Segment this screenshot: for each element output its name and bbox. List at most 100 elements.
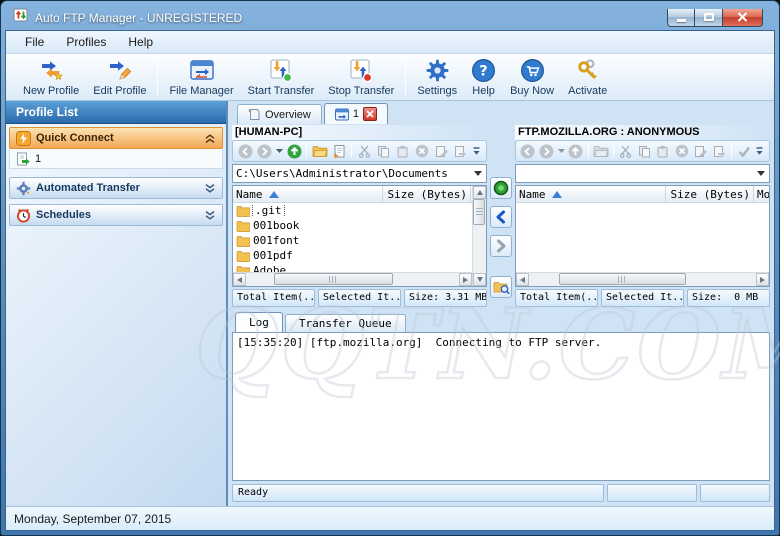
remote-path-dropdown[interactable] <box>753 165 769 182</box>
remote-open-folder-button[interactable] <box>593 143 609 160</box>
file-name: 001font <box>253 234 299 247</box>
tab-transfer-queue[interactable]: Transfer Queue <box>285 314 406 332</box>
column-header-size[interactable]: Size (Bytes) <box>383 186 471 202</box>
remote-history-dropdown[interactable] <box>557 143 564 160</box>
titlebar: Auto FTP Manager - UNREGISTERED <box>5 1 775 30</box>
local-up-button[interactable] <box>286 143 302 160</box>
up-folder-icon <box>287 144 302 159</box>
local-rows: .git 08/25 001book 09/07 <box>233 203 472 272</box>
transfer-left-button[interactable] <box>490 206 512 228</box>
expand-down-icon[interactable] <box>204 210 216 221</box>
remote-toolbar-overflow[interactable] <box>755 146 765 157</box>
local-horizontal-scrollbar[interactable] <box>233 272 472 286</box>
sidebar-group-quick-connect[interactable]: Quick Connect <box>9 127 223 149</box>
settings-button[interactable]: Settings <box>410 56 464 99</box>
local-properties-button[interactable] <box>452 143 468 160</box>
scroll-up-arrow[interactable] <box>473 186 486 199</box>
local-copy-button[interactable] <box>375 143 391 160</box>
file-row[interactable]: .git 08/25 <box>233 203 472 218</box>
local-path-dropdown[interactable] <box>470 165 486 182</box>
remote-properties-button[interactable] <box>711 143 727 160</box>
local-open-folder-button[interactable] <box>311 143 327 160</box>
edit-profile-button[interactable]: Edit Profile <box>86 56 153 99</box>
app-status-bar: Monday, September 07, 2015 <box>6 506 774 530</box>
local-vertical-scrollbar[interactable] <box>472 186 486 286</box>
window-title: Auto FTP Manager - UNREGISTERED <box>35 11 242 25</box>
menu-profiles[interactable]: Profiles <box>55 32 117 52</box>
file-row[interactable]: 001pdf 09/07 <box>233 248 472 263</box>
sidebar-group-schedules[interactable]: Schedules <box>9 204 223 226</box>
local-delete-button[interactable] <box>414 143 430 160</box>
local-panel: [HUMAN-PC] <box>232 125 487 307</box>
scroll-down-arrow[interactable] <box>473 273 486 286</box>
local-path-combo[interactable]: C:\Users\Administrator\Documents <box>232 164 487 183</box>
scroll-left-arrow[interactable] <box>233 273 246 286</box>
expand-down-icon[interactable] <box>204 183 216 194</box>
remote-path-combo[interactable] <box>515 164 770 183</box>
local-new-folder-button[interactable] <box>331 143 347 160</box>
remote-cut-button[interactable] <box>618 143 634 160</box>
column-header-modified[interactable]: Modified <box>754 186 769 202</box>
buy-now-button[interactable]: Buy Now <box>503 56 561 99</box>
file-manager-icon <box>189 58 215 83</box>
tab-close-button[interactable] <box>363 107 377 121</box>
file-row[interactable]: 001book 09/07 <box>233 218 472 233</box>
file-row[interactable]: Adobe 08/25 <box>233 263 472 272</box>
file-manager-button[interactable]: File Manager <box>162 56 240 99</box>
local-forward-button[interactable] <box>256 143 272 160</box>
start-transfer-button[interactable]: Start Transfer <box>241 56 322 99</box>
connect-button[interactable] <box>490 177 512 199</box>
local-rename-button[interactable] <box>433 143 449 160</box>
remote-copy-button[interactable] <box>636 143 652 160</box>
collapse-up-icon[interactable] <box>204 133 216 144</box>
column-header-name[interactable]: Name <box>233 186 383 202</box>
local-paste-button[interactable] <box>394 143 410 160</box>
remote-delete-button[interactable] <box>674 143 690 160</box>
activate-icon <box>575 58 600 83</box>
scroll-right-arrow[interactable] <box>756 273 769 286</box>
browse-compare-button[interactable] <box>490 276 512 298</box>
remote-forward-button[interactable] <box>539 143 555 160</box>
folder-icon <box>236 250 250 262</box>
menu-bar: File Profiles Help <box>6 31 774 54</box>
remote-paste-button[interactable] <box>655 143 671 160</box>
toolbar-separator <box>405 58 406 96</box>
profile-item-1[interactable]: 1 <box>9 149 223 169</box>
remote-up-button[interactable] <box>568 143 584 160</box>
stop-transfer-button[interactable]: Stop Transfer <box>321 56 401 99</box>
scrollbar-thumb[interactable] <box>274 273 393 285</box>
profile-list-header: Profile List <box>6 101 226 124</box>
sidebar-group-automated-transfer[interactable]: Automated Transfer <box>9 177 223 199</box>
delete-icon <box>675 144 689 158</box>
tab-overview[interactable]: Overview <box>237 104 322 124</box>
scrollbar-thumb[interactable] <box>559 273 686 285</box>
minimize-button[interactable] <box>667 9 695 27</box>
remote-apply-button[interactable] <box>736 143 752 160</box>
remote-horizontal-scrollbar[interactable] <box>516 272 769 286</box>
file-row[interactable]: 001font 09/01 <box>233 233 472 248</box>
folder-icon <box>236 220 250 232</box>
tab-profile-1[interactable]: 1 <box>324 103 388 124</box>
transfer-right-button[interactable] <box>490 235 512 257</box>
remote-rename-button[interactable] <box>693 143 709 160</box>
activate-button[interactable]: Activate <box>561 56 614 99</box>
new-profile-button[interactable]: New Profile <box>16 56 86 99</box>
column-header-name[interactable]: Name <box>516 186 666 202</box>
tab-log[interactable]: Log <box>235 312 283 332</box>
log-output[interactable]: [15:35:20] [ftp.mozilla.org] Connecting … <box>232 332 770 481</box>
column-header-size[interactable]: Size (Bytes) <box>666 186 754 202</box>
open-folder-icon <box>593 144 609 158</box>
maximize-button[interactable] <box>695 9 723 27</box>
menu-help[interactable]: Help <box>117 32 164 52</box>
local-back-button[interactable] <box>237 143 253 160</box>
local-history-dropdown[interactable] <box>276 143 284 160</box>
remote-back-button[interactable] <box>520 143 536 160</box>
local-cut-button[interactable] <box>356 143 372 160</box>
scrollbar-thumb[interactable] <box>473 199 485 225</box>
scroll-right-arrow[interactable] <box>459 273 472 286</box>
help-button[interactable]: ? Help <box>464 56 503 99</box>
scroll-left-arrow[interactable] <box>516 273 529 286</box>
local-toolbar-overflow[interactable] <box>471 146 482 157</box>
menu-file[interactable]: File <box>14 32 55 52</box>
close-button[interactable] <box>723 9 763 27</box>
